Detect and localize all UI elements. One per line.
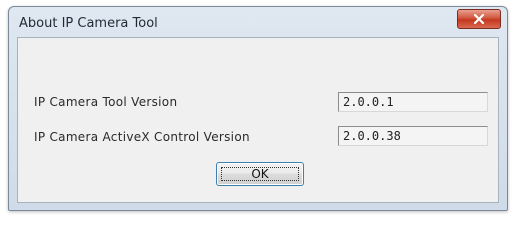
focus-rectangle	[221, 167, 299, 181]
close-icon	[473, 13, 485, 25]
ok-button[interactable]: OK	[216, 162, 304, 186]
activex-version-label: IP Camera ActiveX Control Version	[34, 130, 250, 144]
title-bar[interactable]: About IP Camera Tool	[9, 7, 507, 41]
window-title: About IP Camera Tool	[19, 16, 158, 31]
close-button[interactable]	[457, 9, 501, 29]
about-dialog: About IP Camera Tool IP Camera Tool Vers…	[8, 6, 508, 211]
tool-version-label: IP Camera Tool Version	[34, 95, 178, 109]
activex-version-field: 2.0.0.38	[338, 126, 488, 146]
dialog-content: IP Camera Tool Version 2.0.0.1 IP Camera…	[17, 37, 499, 203]
tool-version-field: 2.0.0.1	[338, 92, 488, 112]
